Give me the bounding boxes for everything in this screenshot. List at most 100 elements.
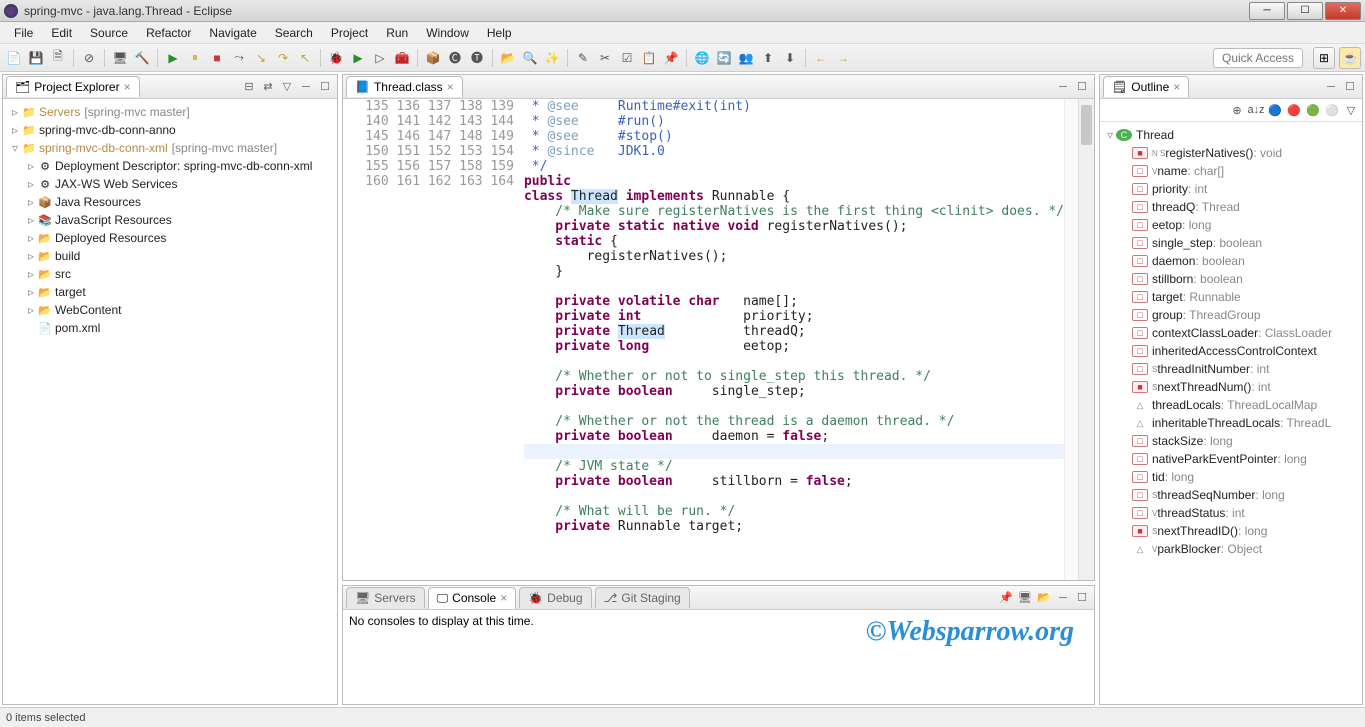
expand-icon[interactable]: ▹ (25, 195, 37, 209)
annotation-icon[interactable]: ✂ (595, 48, 615, 68)
terminate-icon[interactable]: ■ (207, 48, 227, 68)
sync-icon[interactable]: 🔄 (714, 48, 734, 68)
tree-item[interactable]: ▹📂build (5, 247, 335, 265)
outline-item[interactable]: □priority : int (1104, 180, 1358, 198)
stepover-icon[interactable]: ↷ (273, 48, 293, 68)
maximize-view-icon[interactable]: ☐ (1342, 79, 1358, 95)
tree-item[interactable]: ▹📂src (5, 265, 335, 283)
menu-project[interactable]: Project (323, 24, 376, 42)
back-icon[interactable]: ← (811, 48, 831, 68)
outline-item[interactable]: △VparkBlocker : Object (1104, 540, 1358, 558)
new-class-icon[interactable]: 🅒 (445, 48, 465, 68)
stepreturn-icon[interactable]: ↖ (295, 48, 315, 68)
outline-item[interactable]: ■SnextThreadID() : long (1104, 522, 1358, 540)
menu-refactor[interactable]: Refactor (138, 24, 199, 42)
tree-item[interactable]: ▹📚JavaScript Resources (5, 211, 335, 229)
commit-icon[interactable]: ⬆ (758, 48, 778, 68)
build-icon[interactable]: 🔨 (132, 48, 152, 68)
tab-editor[interactable]: 📘 Thread.class × (346, 76, 463, 97)
close-icon[interactable]: × (500, 591, 507, 605)
quick-access-input[interactable] (1213, 48, 1303, 68)
stepinto-icon[interactable]: ↘ (251, 48, 271, 68)
expand-icon[interactable]: ▹ (25, 177, 37, 191)
minimize-button[interactable]: ─ (1249, 2, 1285, 20)
menu-search[interactable]: Search (267, 24, 321, 42)
collapse-all-icon[interactable]: ⊟ (241, 79, 257, 95)
overview-ruler[interactable] (1064, 99, 1078, 580)
expand-icon[interactable]: ▹ (25, 231, 37, 245)
close-icon[interactable]: × (447, 80, 454, 94)
expand-icon[interactable]: ▹ (9, 123, 21, 137)
disconnect-icon[interactable]: ⤳ (229, 48, 249, 68)
expand-icon[interactable]: ▹ (25, 159, 37, 173)
tree-item[interactable]: ▹📂Deployed Resources (5, 229, 335, 247)
maximize-view-icon[interactable]: ☐ (1074, 590, 1090, 606)
outline-root[interactable]: ▿CThread (1104, 126, 1358, 144)
menu-window[interactable]: Window (418, 24, 477, 42)
tree-item[interactable]: ▹📦Java Resources (5, 193, 335, 211)
minimize-view-icon[interactable]: ─ (298, 79, 314, 95)
tree-item[interactable]: ▿📁spring-mvc-db-conn-xml[spring-mvc mast… (5, 139, 335, 157)
minimize-view-icon[interactable]: ─ (1055, 590, 1071, 606)
outline-item[interactable]: □SthreadSeqNumber : long (1104, 486, 1358, 504)
pin-icon[interactable]: 📌 (661, 48, 681, 68)
new-package-icon[interactable]: 📦 (423, 48, 443, 68)
tree-item[interactable]: ▹⚙JAX-WS Web Services (5, 175, 335, 193)
new-type-icon[interactable]: 🅣 (467, 48, 487, 68)
outline-item[interactable]: □contextClassLoader : ClassLoader (1104, 324, 1358, 342)
tree-item[interactable]: ▹📂target (5, 283, 335, 301)
hide-local-icon[interactable]: ⚪ (1324, 102, 1340, 118)
menu-edit[interactable]: Edit (43, 24, 80, 42)
close-button[interactable]: ✕ (1325, 2, 1361, 20)
expand-icon[interactable]: ▹ (25, 303, 37, 317)
tab-console[interactable]: 🖵Console× (428, 587, 517, 609)
hide-fields-icon[interactable]: 🔵 (1267, 102, 1283, 118)
maximize-view-icon[interactable]: ☐ (1074, 79, 1090, 95)
tree-item[interactable]: ▹📁Servers[spring-mvc master] (5, 103, 335, 121)
outline-item[interactable]: □tid : long (1104, 468, 1358, 486)
suspend-icon[interactable]: ⏸ (185, 48, 205, 68)
outline-item[interactable]: □group : ThreadGroup (1104, 306, 1358, 324)
view-menu-icon[interactable]: ▽ (1343, 102, 1359, 118)
pin-console-icon[interactable]: 📌 (998, 590, 1014, 606)
outline-item[interactable]: □single_step : boolean (1104, 234, 1358, 252)
open-type-icon[interactable]: 📂 (498, 48, 518, 68)
external-tools-icon[interactable]: 🧰 (392, 48, 412, 68)
focus-icon[interactable]: ⊕ (1229, 102, 1245, 118)
pull-icon[interactable]: ⬇ (780, 48, 800, 68)
outline-item[interactable]: □stillborn : boolean (1104, 270, 1358, 288)
close-icon[interactable]: × (1173, 80, 1180, 94)
outline-item[interactable]: □inheritedAccessControlContext (1104, 342, 1358, 360)
open-console-icon[interactable]: 📂 (1036, 590, 1052, 606)
task-icon[interactable]: ☑ (617, 48, 637, 68)
tab-project-explorer[interactable]: 🗂 Project Explorer × (6, 76, 140, 97)
outline-item[interactable]: ■SnextThreadNum() : int (1104, 378, 1358, 396)
tree-item[interactable]: ▹📁spring-mvc-db-conn-anno (5, 121, 335, 139)
outline-item[interactable]: ■N SregisterNatives() : void (1104, 144, 1358, 162)
minimize-view-icon[interactable]: ─ (1323, 79, 1339, 95)
outline-item[interactable]: △inheritableThreadLocals : ThreadL (1104, 414, 1358, 432)
maximize-button[interactable]: ☐ (1287, 2, 1323, 20)
expand-icon[interactable]: ▹ (9, 105, 21, 119)
outline-item[interactable]: □nativeParkEventPointer : long (1104, 450, 1358, 468)
outline-item[interactable]: □VthreadStatus : int (1104, 504, 1358, 522)
expand-icon[interactable]: ▹ (25, 213, 37, 227)
search-icon[interactable]: 🔍 (520, 48, 540, 68)
view-menu-icon[interactable]: ▽ (279, 79, 295, 95)
tree-item[interactable]: 📄pom.xml (5, 319, 335, 337)
tab-outline[interactable]: 🗒 Outline × (1103, 76, 1189, 97)
outline-item[interactable]: □SthreadInitNumber : int (1104, 360, 1358, 378)
outline-item[interactable]: □Vname : char[] (1104, 162, 1358, 180)
tab-git-staging[interactable]: ⎇Git Staging (595, 587, 690, 608)
sort-icon[interactable]: a↓z (1248, 102, 1264, 118)
outline-item[interactable]: □eetop : long (1104, 216, 1358, 234)
open-perspective-icon[interactable]: ⊞ (1313, 47, 1335, 69)
outline-item[interactable]: □stackSize : long (1104, 432, 1358, 450)
clipboard-icon[interactable]: 📋 (639, 48, 659, 68)
menu-source[interactable]: Source (82, 24, 136, 42)
editor-area[interactable]: 135 136 137 138 139 140 141 142 143 144 … (343, 99, 1064, 580)
team-icon[interactable]: 👥 (736, 48, 756, 68)
menu-navigate[interactable]: Navigate (201, 24, 264, 42)
java-ee-perspective-icon[interactable]: ☕ (1339, 47, 1361, 69)
saveall-icon[interactable]: 🗎 (48, 48, 68, 68)
